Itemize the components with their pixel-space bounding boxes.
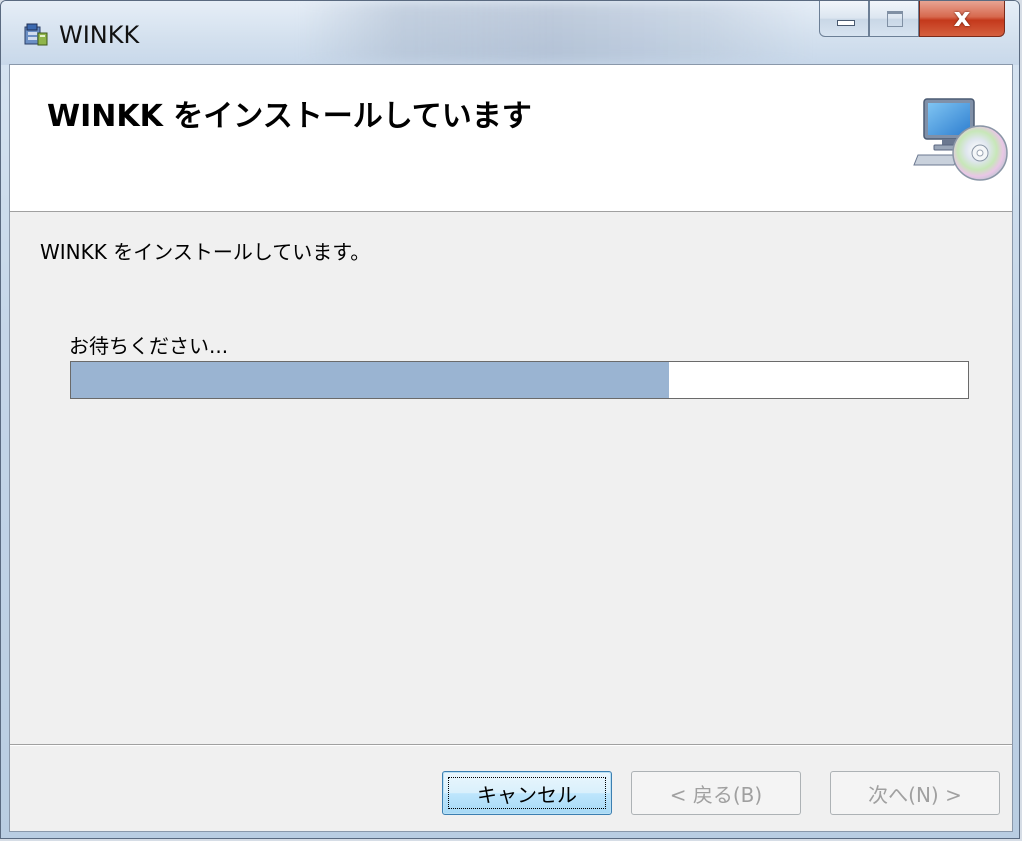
close-button[interactable]: x	[919, 1, 1005, 37]
minimize-icon	[837, 20, 855, 26]
header-band: WINKK をインストールしています	[10, 65, 1012, 212]
wait-text: お待ちください...	[69, 334, 229, 358]
computer-disc-icon	[913, 98, 1008, 181]
back-label: < 戻る(B)	[669, 782, 763, 807]
progress-fill	[71, 362, 670, 398]
installer-window: WINKK x WINKK をインストールしています WINKK をインストール…	[0, 0, 1020, 839]
next-label: 次へ(N) >	[868, 782, 962, 807]
dialog-client-area: WINKK をインストールしています WINKK をインストールしています。 お…	[9, 64, 1013, 832]
footer-divider	[10, 744, 1012, 745]
caption-buttons: x	[819, 1, 1005, 39]
maximize-button[interactable]	[869, 1, 919, 37]
background-blur	[301, 1, 811, 63]
title-bar[interactable]: WINKK x	[1, 1, 1019, 65]
status-text: WINKK をインストールしています。	[40, 240, 371, 264]
progress-bar	[70, 361, 969, 399]
cancel-button[interactable]: キャンセル	[442, 771, 612, 815]
page-title: WINKK をインストールしています	[47, 99, 532, 134]
close-icon: x	[953, 3, 971, 33]
back-button[interactable]: < 戻る(B)	[631, 771, 801, 815]
focus-rectangle	[448, 777, 606, 809]
window-title: WINKK	[59, 21, 140, 49]
minimize-button[interactable]	[819, 1, 869, 37]
maximize-icon	[887, 11, 903, 27]
installer-icon	[24, 23, 48, 46]
next-button[interactable]: 次へ(N) >	[830, 771, 1000, 815]
